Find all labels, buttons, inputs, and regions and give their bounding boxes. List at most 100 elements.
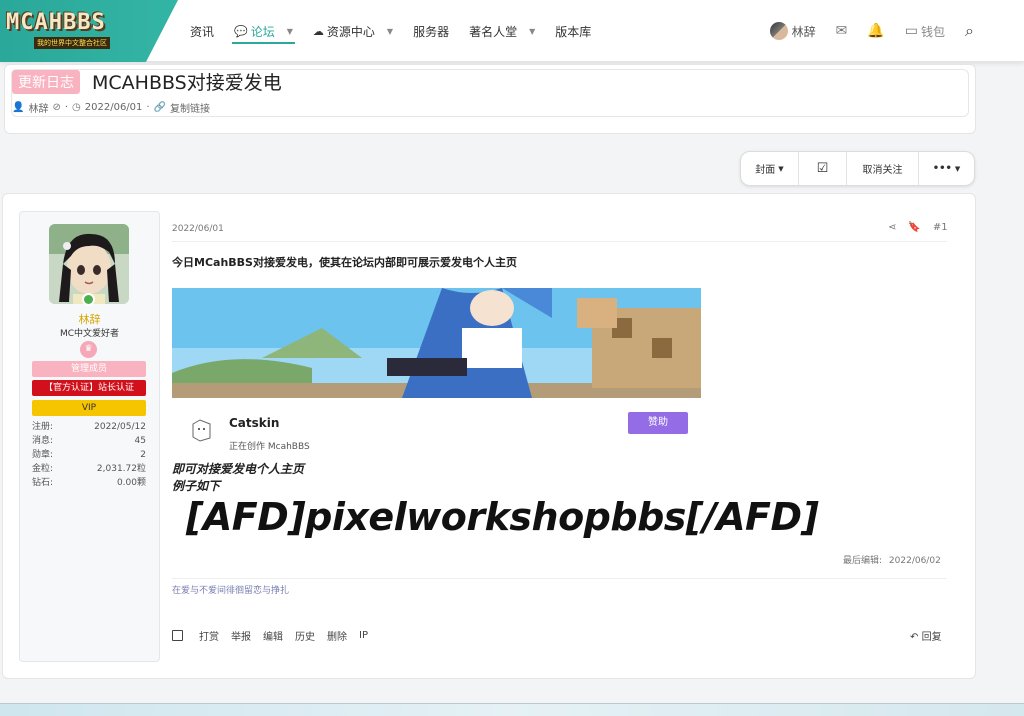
nav-news[interactable]: 资讯 (180, 0, 224, 62)
nav-versions[interactable]: 版本库 (545, 0, 601, 62)
mail-icon: ✉ (835, 23, 848, 39)
logo-subtitle: 我的世界中文整合社区 (34, 37, 110, 49)
avatar (769, 22, 788, 40)
afdian-banner (172, 288, 701, 398)
bookmark-icon[interactable]: 🔖 (908, 222, 920, 233)
meta-separator: · (64, 102, 69, 113)
nav-forum[interactable]: 💬 论坛 ▼ (224, 0, 303, 62)
user-stats: 注册: 2022/05/12 消息: 45 勋章: 2 金粒: 2,031.72粒 钻石… (32, 420, 146, 490)
nav-servers-label: 服务器 (413, 24, 450, 39)
share-icon[interactable]: ⋖ (888, 222, 896, 233)
wallet-label: 钱包 (921, 24, 946, 39)
post-number[interactable]: #1 (933, 222, 948, 233)
thread-author[interactable]: 林辞 (28, 100, 48, 115)
signature: 在爱与不爱间徘徊留恋与挣扎 (172, 586, 290, 596)
clock-icon: ◷ (72, 102, 81, 113)
ip-button[interactable]: IP (359, 630, 368, 641)
wallet-button[interactable]: ▭ 钱包 (895, 0, 955, 62)
nav-forum-label: 论坛 (250, 24, 275, 39)
meta-separator: · (146, 102, 150, 113)
main-nav: 资讯 💬 论坛 ▼ ☁ 资源中心 ▼ 服务器 著名人堂 ▼ 版本库 (180, 0, 601, 62)
thread-prefix-badge[interactable]: 更新日志 (12, 70, 80, 94)
history-button[interactable]: 历史 (295, 628, 315, 643)
nav-versions-label: 版本库 (555, 24, 592, 39)
online-status-dot (82, 293, 95, 306)
thread-meta: 👤 林辞 ⊘ · ◷ 2022/06/01 · 🔗 复制链接 (12, 100, 210, 115)
link-icon: 🔗 (153, 102, 167, 113)
top-navbar: MCAHBBS 我的世界中文整合社区 资讯 💬 论坛 ▼ ☁ 资源中心 ▼ 服务… (0, 0, 1024, 62)
bell-icon: 🔔 (867, 23, 885, 39)
chevron-down-icon: ▼ (954, 164, 961, 173)
divider (172, 241, 947, 242)
stat-value: 2022/05/12 (94, 422, 146, 432)
chevron-down-icon[interactable]: ▼ (529, 27, 535, 36)
signature-divider (172, 578, 947, 579)
more-icon: ••• (932, 163, 952, 174)
last-edit-label: 最后编辑: (843, 556, 883, 566)
stat-value: 0.00颗 (116, 478, 146, 488)
post-author-name[interactable]: 林辞 (19, 311, 160, 327)
tip-button[interactable]: 打赏 (199, 628, 219, 643)
stat-row: 勋章: 2 (32, 448, 146, 462)
username-label: 林辞 (791, 24, 816, 39)
wallet-icon: ▭ (904, 23, 919, 39)
search-button[interactable]: ⌕ (955, 0, 1024, 62)
post-body-line: 即可对接爱发电个人主页 (172, 462, 305, 476)
user-icon: 👤 (12, 102, 25, 113)
stat-label: 消息: (32, 436, 54, 446)
nav-hall-label: 著名人堂 (469, 24, 518, 39)
group-icon: ♛ (80, 341, 97, 358)
afdian-creator-desc: 正在创作 McahBBS (229, 442, 310, 452)
select-checkbox[interactable] (172, 630, 183, 641)
stat-label: 勋章: (32, 450, 54, 460)
unfollow-button[interactable]: 取消关注 (847, 152, 919, 185)
nav-resources-label: 资源中心 (326, 24, 375, 39)
stat-value: 45 (134, 436, 146, 446)
afdian-creator-name[interactable]: Catskin (229, 416, 279, 430)
banner-illustration (172, 288, 701, 398)
cloud-icon: ☁ (312, 24, 324, 38)
role-badge-staff: 管理成员 (32, 361, 146, 377)
reply-button[interactable]: ↶ 回复 (910, 628, 942, 643)
report-button[interactable]: 举报 (231, 628, 251, 643)
chat-icon: 💬 (234, 24, 248, 38)
post-body-line: 例子如下 (172, 479, 221, 493)
unfollow-label: 取消关注 (862, 165, 903, 176)
reply-icon: ↶ (910, 632, 919, 643)
avatar-image (49, 224, 129, 304)
logo-text: MCAHBBS (6, 10, 106, 35)
afdian-embed: Catskin 正在创作 McahBBS 赞助 (172, 288, 701, 455)
cover-button[interactable]: 封面 ▼ (741, 152, 799, 185)
cover-label: 封面 (755, 165, 776, 176)
bbcode-example: [AFD]pixelworkshopbbs[/AFD] (186, 495, 819, 539)
alerts-button[interactable]: 🔔 (857, 0, 894, 62)
nav-resources[interactable]: ☁ 资源中心 ▼ (303, 0, 403, 62)
nav-hall-of-fame[interactable]: 著名人堂 ▼ (459, 0, 545, 62)
thread-actions: 封面 ▼ ☑ 取消关注 ••• ▼ (740, 151, 975, 186)
edit-button[interactable]: 编辑 (263, 628, 283, 643)
chevron-down-icon[interactable]: ▼ (387, 27, 393, 36)
delete-button[interactable]: 删除 (327, 628, 347, 643)
sponsor-button[interactable]: 赞助 (628, 412, 688, 434)
nav-servers[interactable]: 服务器 (403, 0, 459, 62)
post-date[interactable]: 2022/06/01 (172, 224, 224, 234)
messages-button[interactable]: ✉ (826, 0, 858, 62)
user-bar: 林辞 ✉ 🔔 ▭ 钱包 ⌕ (760, 0, 1024, 62)
stat-label: 注册: (32, 422, 54, 432)
stat-row: 注册: 2022/05/12 (32, 420, 146, 434)
verified-icon: ⊘ (52, 102, 61, 113)
role-badge-verified: 【官方认证】站长认证 (32, 380, 146, 396)
chevron-down-icon[interactable]: ▼ (287, 27, 293, 36)
more-button[interactable]: ••• ▼ (919, 152, 974, 185)
site-logo[interactable]: MCAHBBS 我的世界中文整合社区 (0, 0, 178, 62)
user-menu[interactable]: 林辞 (760, 0, 826, 62)
post-author-title: MC中文爱好者 (59, 329, 120, 339)
copy-link[interactable]: 复制链接 (170, 100, 210, 115)
stat-row: 金粒: 2,031.72粒 (32, 462, 146, 476)
select-button[interactable]: ☑ (799, 152, 847, 185)
post-footer-actions: 打赏 举报 编辑 历史 删除 IP (172, 628, 368, 643)
bottom-strip (0, 703, 1024, 716)
role-badge-vip: VIP (32, 400, 146, 416)
avatar[interactable] (49, 224, 129, 304)
last-edit-date: 2022/06/02 (888, 556, 941, 566)
